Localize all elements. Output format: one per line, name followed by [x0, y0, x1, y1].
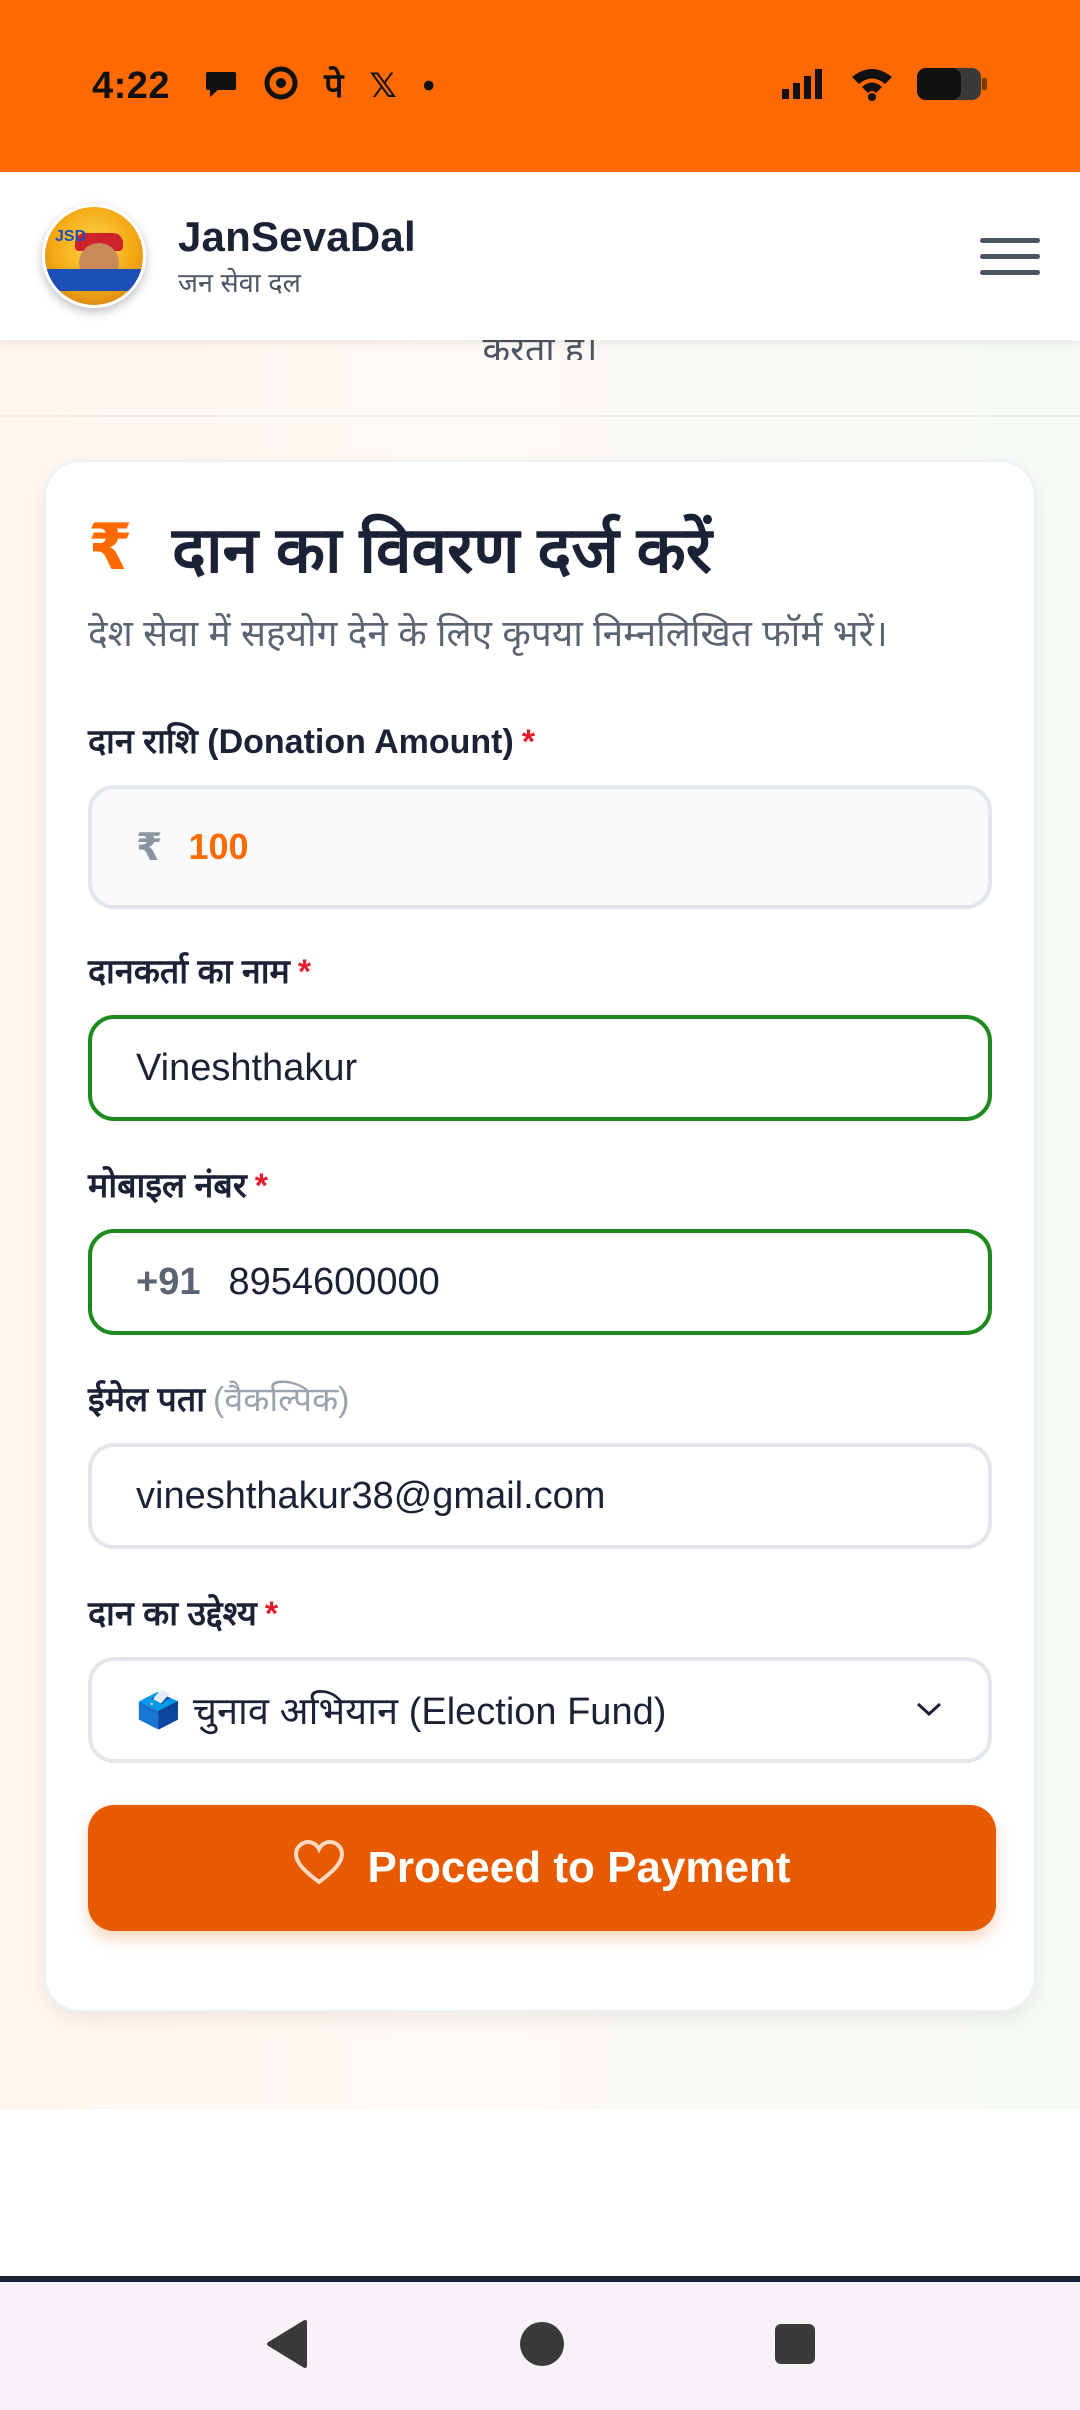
mobile-label-text: मोबाइल नंबर — [88, 1167, 247, 1205]
proceed-to-payment-button[interactable]: Proceed to Payment — [88, 1805, 996, 1931]
amount-label-text: दान राशि (Donation Amount) — [88, 723, 514, 761]
email-label: ईमेल पता (वैकल्पिक) — [88, 1375, 992, 1421]
purpose-label: दान का उद्देश्य * — [88, 1589, 992, 1635]
ballot-box-icon: 🗳️ — [136, 1689, 181, 1730]
recents-icon[interactable] — [773, 2322, 817, 2371]
battery-icon — [916, 66, 988, 107]
purpose-label-text: दान का उद्देश्य — [88, 1595, 257, 1633]
logo-letters: JSD — [55, 228, 87, 245]
rupee-icon: ₹ — [88, 511, 133, 583]
status-left: 4:22 पे 𝕏 • — [92, 65, 435, 108]
required-marker: * — [297, 953, 312, 991]
required-marker: * — [264, 1595, 279, 1633]
wifi-icon — [850, 67, 894, 106]
mobile-label: मोबाइल नंबर * — [88, 1161, 992, 1207]
country-code-prefix: +91 — [136, 1260, 201, 1303]
chevron-down-icon — [914, 1693, 944, 1727]
purpose-value: चुनाव अभियान (Election Fund) — [192, 1691, 667, 1733]
status-right — [780, 66, 988, 107]
form-description: देश सेवा में सहयोग देने के लिए कृपया निम… — [88, 613, 888, 654]
hamburger-menu-icon[interactable] — [980, 226, 1040, 286]
signal-icon — [780, 67, 828, 106]
form-title: दान का विवरण दर्ज करें — [172, 514, 712, 586]
dot-icon: • — [422, 67, 435, 105]
donation-amount-input[interactable]: ₹ 100 — [88, 785, 992, 909]
status-bar: 4:22 पे 𝕏 • — [0, 0, 1080, 172]
rupee-prefix-icon: ₹ — [136, 826, 163, 869]
donor-name-label: दानकर्ता का नाम * — [88, 947, 992, 993]
proceed-to-payment-label: Proceed to Payment — [367, 1843, 791, 1892]
pe-icon: पे — [324, 67, 344, 105]
status-time: 4:22 — [92, 64, 171, 107]
donation-form-card: ₹ दान का विवरण दर्ज करें देश सेवा में सह… — [44, 460, 1036, 2012]
brand-title: JanSevaDal — [178, 212, 416, 260]
jansevadal-logo[interactable]: JSD — [42, 204, 146, 308]
logo-band — [45, 269, 143, 291]
home-icon[interactable] — [518, 2320, 566, 2373]
mobile-number-value: 8954600000 — [228, 1260, 440, 1303]
donor-name-input[interactable]: Vineshthakur — [88, 1015, 992, 1121]
donor-name-label-text: दानकर्ता का नाम — [88, 953, 290, 991]
x-icon: 𝕏 — [369, 67, 397, 105]
chrome-icon — [264, 66, 298, 106]
mobile-number-input[interactable]: +91 8954600000 — [88, 1229, 992, 1335]
required-marker: * — [521, 723, 536, 761]
donor-name-value: Vineshthakur — [136, 1046, 358, 1089]
app-header: JSD JanSevaDal जन सेवा दल — [0, 172, 1080, 340]
brand[interactable]: JanSevaDal जन सेवा दल — [178, 213, 416, 300]
back-icon[interactable] — [263, 2318, 311, 2375]
optional-marker: (वैकल्पिक) — [213, 1381, 350, 1419]
email-value: vineshthakur38@gmail.com — [136, 1474, 606, 1517]
email-input[interactable]: vineshthakur38@gmail.com — [88, 1443, 992, 1549]
brand-subtitle: जन सेवा दल — [178, 267, 301, 298]
purpose-select[interactable]: 🗳️ चुनाव अभियान (Election Fund) — [88, 1657, 992, 1763]
chat-bubble-icon — [204, 66, 238, 106]
section-divider — [0, 415, 1080, 417]
form-title-row: ₹ दान का विवरण दर्ज करें — [88, 504, 992, 591]
heart-icon — [293, 1839, 345, 1897]
email-label-text: ईमेल पता — [88, 1381, 206, 1419]
amount-label: दान राशि (Donation Amount) * — [88, 717, 992, 763]
required-marker: * — [254, 1167, 268, 1205]
amount-value: 100 — [188, 826, 249, 867]
system-navigation-bar — [0, 2276, 1080, 2410]
